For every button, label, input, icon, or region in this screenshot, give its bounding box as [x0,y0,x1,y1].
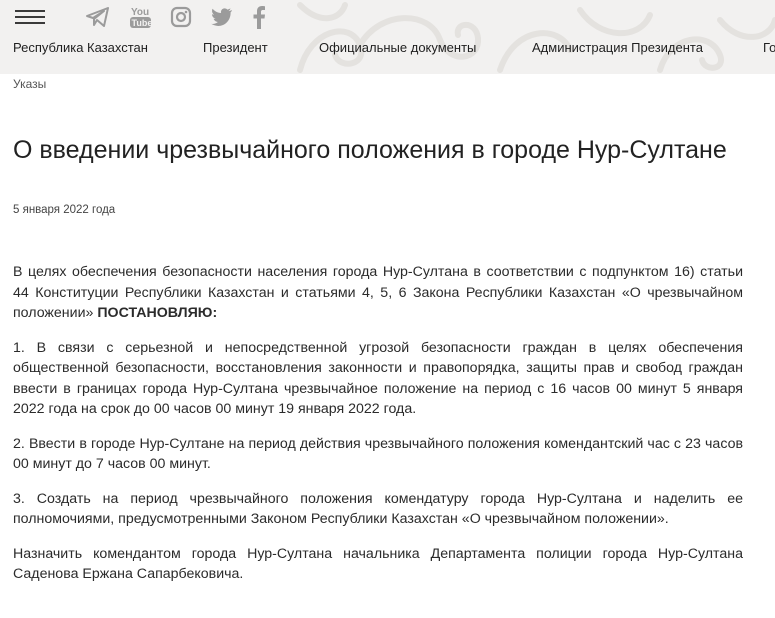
svg-text:Tube: Tube [132,18,153,28]
paragraph-2: 2. Ввести в городе Нур-Султане на период… [13,435,743,473]
nav-item-truncated[interactable]: Го [763,40,775,55]
telegram-icon[interactable] [85,6,110,28]
paragraph-3: 3. Создать на период чрезвычайного полож… [13,490,743,528]
nav-item-official-documents[interactable]: Официальные документы [319,40,476,55]
page-title: О введении чрезвычайного положения в гор… [13,136,727,164]
article-body: В целях обеспечения безопасности населен… [13,262,743,599]
paragraph-4: Назначить комендантом города Нур-Султана… [13,545,743,583]
nav-item-republic[interactable]: Республика Казахстан [13,40,148,55]
svg-text:You: You [131,7,149,18]
facebook-icon[interactable] [252,5,266,29]
youtube-icon[interactable]: You Tube [130,4,153,28]
intro-bold-text: ПОСТАНОВЛЯЮ: [97,305,218,321]
ornament-pattern-icon [297,2,775,73]
twitter-icon[interactable] [211,7,233,29]
hamburger-menu-button[interactable] [15,10,45,24]
breadcrumb[interactable]: Указы [13,77,46,91]
paragraph-1: 1. В связи с серьезной и непосредственно… [13,339,743,418]
nav-item-administration[interactable]: Администрация Президента [532,40,703,55]
paragraph-intro: В целях обеспечения безопасности населен… [13,262,743,324]
article-date: 5 января 2022 года [13,204,116,216]
site-header: You Tube Республика Казахстан Президент … [0,0,775,74]
nav-item-president[interactable]: Президент [203,40,268,55]
instagram-icon[interactable] [170,6,192,28]
main-navigation: Республика Казахстан Президент Официальн… [0,40,775,58]
